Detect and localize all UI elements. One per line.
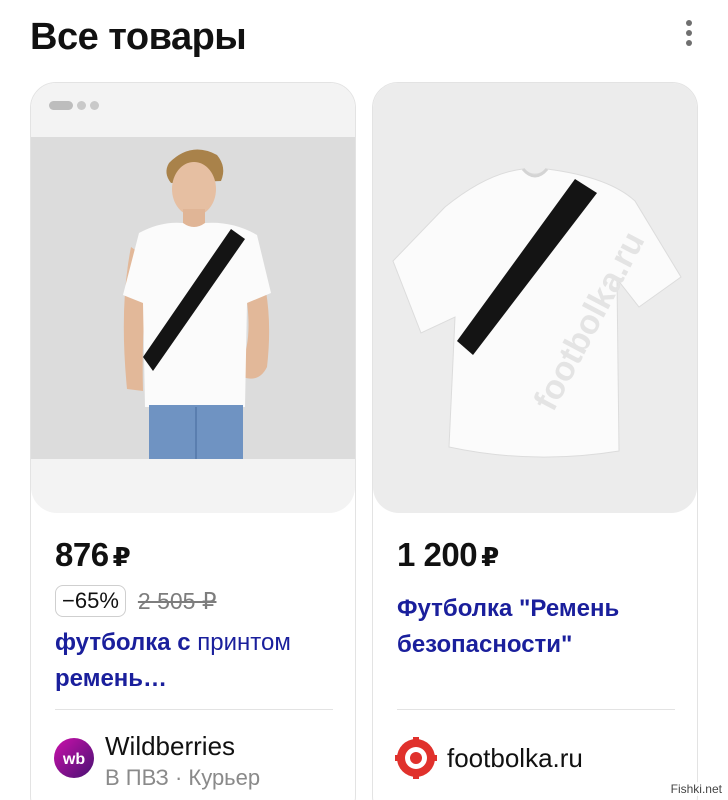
product-price: 1 200 ₽ <box>397 535 677 577</box>
tshirt-image: footbolka.ru <box>392 167 682 458</box>
discount-row: −65% 2 505 ₽ <box>55 585 335 617</box>
price-currency: ₽ <box>481 542 499 572</box>
shop-delivery: В ПВЗ · Курьер <box>105 765 261 790</box>
product-title-line2: безопасности" <box>397 631 573 658</box>
carousel-indicator <box>49 101 103 111</box>
carousel-dot-active <box>49 101 73 110</box>
product-card[interactable]: footbolka.ru 1 200 ₽ Футболка "Ремень без… <box>372 82 698 800</box>
price-currency: ₽ <box>112 542 131 572</box>
shop-wildberries[interactable]: wb Wildberries В ПВЗ · Курьер <box>53 729 345 790</box>
fishki-watermark: Fishki.net <box>670 782 722 796</box>
header: Все товары <box>30 14 710 64</box>
shop-name: footbolka.ru <box>447 743 583 773</box>
product-photo <box>31 137 355 459</box>
product-title-line1: Футболка "Ремень <box>397 595 620 622</box>
product-title-link[interactable]: Футболка "Ремень безопасности" <box>397 591 677 663</box>
product-title-line2: ремень… <box>55 665 168 692</box>
product-title-link[interactable]: футболка с принтом ремень… <box>55 625 335 697</box>
wildberries-logo-icon: wb <box>54 738 94 778</box>
product-card[interactable]: 876 ₽ −65% 2 505 ₽ футболка с принтом рем… <box>30 82 356 800</box>
product-title-bold: футболка с <box>55 629 191 656</box>
price-value: 876 <box>55 536 109 573</box>
page-title: Все товары <box>30 16 247 58</box>
shop-footbolka[interactable]: footbolka.ru <box>395 729 687 789</box>
svg-text:wb: wb <box>62 751 85 768</box>
shop-name: Wildberries <box>105 731 236 761</box>
product-info: 1 200 ₽ Футболка "Ремень безопасности" <box>397 535 677 663</box>
product-image[interactable]: footbolka.ru <box>373 83 697 513</box>
kebab-menu-icon[interactable] <box>684 20 694 52</box>
carousel-dot <box>90 101 99 110</box>
divider <box>55 709 333 710</box>
price-value: 1 200 <box>397 536 478 573</box>
carousel-dot <box>77 101 86 110</box>
product-info: 876 ₽ −65% 2 505 ₽ футболка с принтом рем… <box>55 535 335 697</box>
product-title-rest: принтом <box>190 629 291 656</box>
old-price: 2 505 ₽ <box>137 587 217 614</box>
product-price: 876 ₽ <box>55 535 335 577</box>
footbolka-logo-icon <box>395 737 437 779</box>
divider <box>397 709 675 710</box>
discount-badge: −65% <box>55 585 126 617</box>
product-image-carousel[interactable] <box>31 83 355 513</box>
model-in-tshirt-image <box>123 149 271 459</box>
